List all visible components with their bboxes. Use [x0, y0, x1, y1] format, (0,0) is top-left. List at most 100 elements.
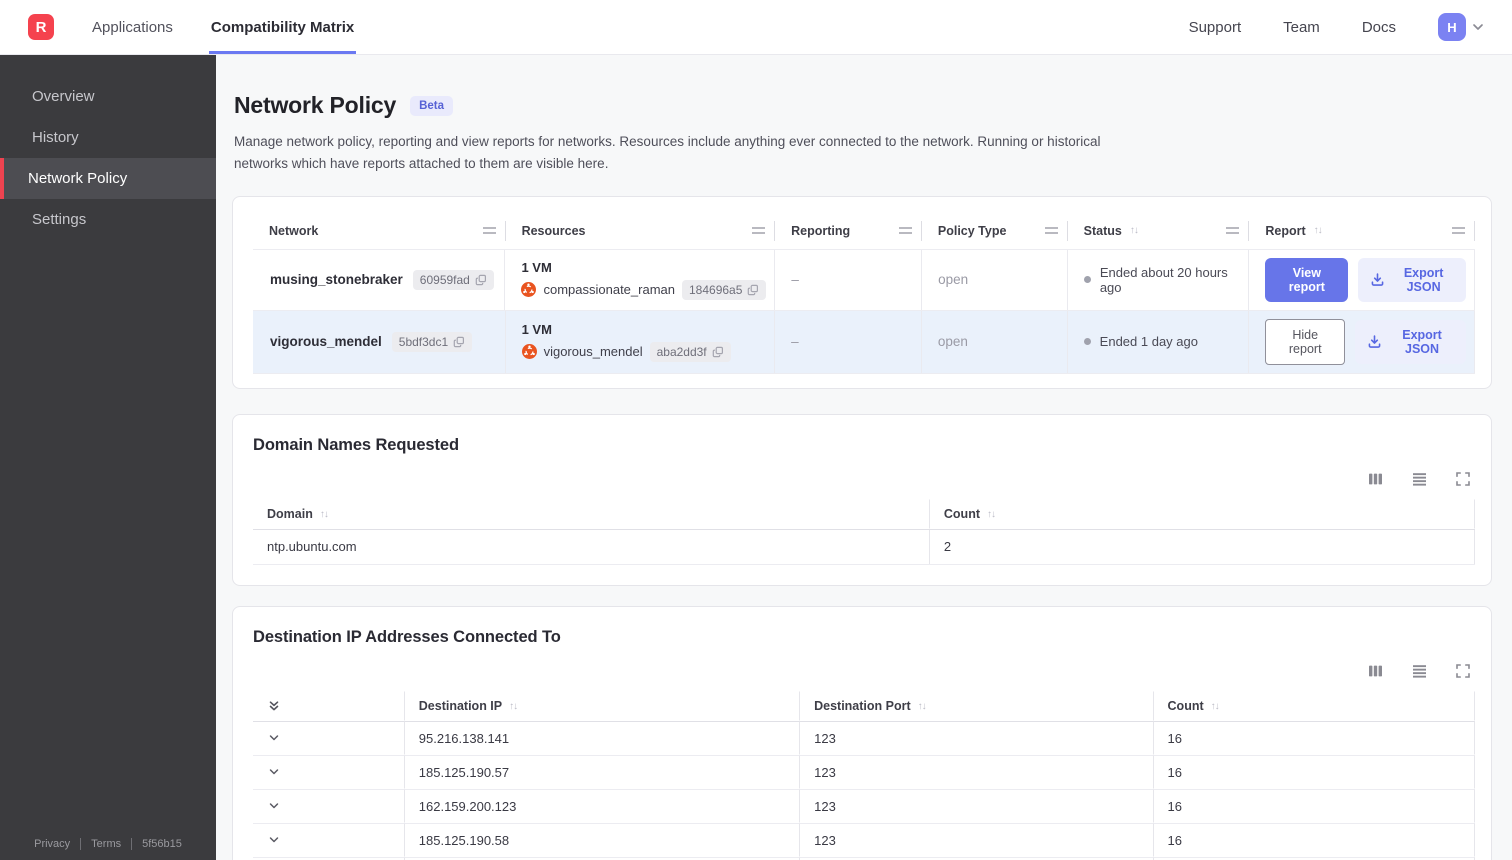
column-header-count[interactable]: Count ↑↓ [1154, 691, 1475, 721]
status-cell: Ended 1 day ago [1068, 310, 1250, 373]
count-value: 16 [1167, 730, 1182, 746]
status-cell: Ended about 20 hours ago [1068, 249, 1250, 310]
footer-divider [131, 838, 133, 850]
domain-cell: ntp.ubuntu.com [253, 529, 930, 564]
view-report-button[interactable]: View report [1265, 257, 1349, 302]
row-expand-chevron-icon[interactable] [267, 833, 281, 847]
tab-compatibility-matrix[interactable]: Compatibility Matrix [208, 0, 357, 54]
domain-table-header: Domain ↑↓ Count ↑↓ [253, 499, 1475, 530]
tab-applications[interactable]: Applications [90, 0, 175, 54]
copy-icon[interactable] [453, 336, 465, 348]
destination-port-cell: 123 [800, 721, 1154, 755]
copy-icon[interactable] [475, 274, 487, 286]
status-text: Ended about 20 hours ago [1099, 264, 1228, 295]
copy-icon[interactable] [712, 346, 724, 358]
expander-cell [253, 789, 405, 823]
column-label: Count [1167, 699, 1204, 714]
expand-all-icon[interactable] [267, 699, 281, 714]
networks-card: Network Resources Reporting Policy Type … [232, 195, 1492, 389]
destination-row: 185.125.190.58 123 16 [253, 823, 1475, 858]
ubuntu-icon [521, 282, 537, 298]
count-value: 16 [1167, 764, 1182, 780]
privacy-link[interactable]: Privacy [34, 838, 70, 850]
networks-table-header: Network Resources Reporting Policy Type … [253, 213, 1475, 249]
card-title: Domain Names Requested [253, 435, 459, 454]
column-label: Reporting [791, 223, 851, 238]
user-menu[interactable]: H [1438, 13, 1486, 41]
destination-table-header: Destination IP ↑↓ Destination Port ↑↓ Co… [253, 691, 1475, 722]
column-divider [1474, 755, 1475, 789]
export-json-button[interactable]: Export JSON [1358, 257, 1466, 302]
row-expand-chevron-icon[interactable] [267, 799, 281, 813]
link-team[interactable]: Team [1283, 19, 1320, 36]
column-label: Status [1083, 223, 1122, 238]
count-value: 16 [1167, 832, 1182, 848]
policy-type-cell: open [922, 310, 1068, 373]
export-json-button[interactable]: Export JSON [1355, 319, 1466, 364]
terms-link[interactable]: Terms [91, 838, 121, 850]
network-row[interactable]: musing_stonebraker 60959fad 1 VM compass… [253, 248, 1475, 310]
ip-value: 185.125.190.58 [418, 832, 510, 848]
link-support[interactable]: Support [1189, 19, 1242, 36]
port-value: 123 [814, 832, 836, 848]
destination-ip-cell: 185.125.190.58 [405, 823, 801, 857]
domain-table: Domain ↑↓ Count ↑↓ ntp.ubuntu.com 2 [253, 499, 1475, 565]
column-resize-handle[interactable] [898, 226, 912, 234]
link-docs[interactable]: Docs [1362, 19, 1396, 36]
sidebar-list: Overview History Network Policy Settings [0, 55, 216, 240]
hide-report-button[interactable]: Hide report [1265, 318, 1346, 365]
rows-view-icon[interactable] [1411, 471, 1428, 487]
expander-cell [253, 721, 405, 755]
status-dot [1083, 276, 1091, 284]
status-text: Ended 1 day ago [1099, 334, 1198, 350]
columns-view-icon[interactable] [1367, 663, 1384, 679]
count-cell: 16 [1154, 721, 1475, 755]
domain-row: ntp.ubuntu.com 2 [253, 529, 1475, 565]
column-label: Domain [267, 507, 313, 522]
columns-view-icon[interactable] [1367, 471, 1384, 487]
destination-row: 162.159.200.123 123 16 [253, 789, 1475, 824]
column-resize-handle[interactable] [1226, 226, 1240, 234]
network-id-badge: 5bdf3dc1 [391, 331, 473, 352]
domain-value: ntp.ubuntu.com [267, 539, 357, 555]
copy-icon[interactable] [747, 284, 759, 296]
port-value: 123 [814, 730, 836, 746]
column-header-network: Network [253, 213, 506, 249]
column-header-report[interactable]: Report ↑↓ [1249, 213, 1475, 249]
download-icon [1370, 272, 1385, 287]
column-divider [1474, 721, 1475, 755]
sidebar-item-settings[interactable]: Settings [0, 199, 216, 240]
column-header-destination-port[interactable]: Destination Port ↑↓ [800, 691, 1154, 721]
network-row[interactable]: vigorous_mendel 5bdf3dc1 1 VM vigorous_m… [253, 309, 1475, 374]
sidebar-item-overview[interactable]: Overview [0, 76, 216, 117]
sidebar-item-history[interactable]: History [0, 117, 216, 158]
resource-name: vigorous_mendel [543, 344, 643, 360]
column-resize-handle[interactable] [752, 226, 766, 234]
avatar[interactable]: H [1438, 13, 1466, 41]
row-expand-chevron-icon[interactable] [267, 731, 281, 745]
fullscreen-icon[interactable] [1455, 663, 1471, 679]
column-header-domain[interactable]: Domain ↑↓ [253, 499, 930, 529]
sidebar-item-network-policy[interactable]: Network Policy [0, 158, 216, 199]
column-header-count[interactable]: Count ↑↓ [930, 499, 1475, 529]
network-name: vigorous_mendel [270, 334, 382, 350]
expander-cell [253, 755, 405, 789]
rows-view-icon[interactable] [1411, 663, 1428, 679]
brand-logo[interactable]: R [28, 14, 54, 40]
destination-port-cell: 123 [800, 789, 1154, 823]
expand-all-header [253, 691, 405, 721]
resource-name: compassionate_raman [543, 282, 675, 298]
destination-ip-cell: 95.216.138.141 [405, 721, 801, 755]
row-expand-chevron-icon[interactable] [267, 765, 281, 779]
column-resize-handle[interactable] [1044, 226, 1058, 234]
column-resize-handle[interactable] [1451, 226, 1465, 234]
destination-port-cell: 123 [800, 823, 1154, 857]
destination-ip-cell: 185.125.190.57 [405, 755, 801, 789]
column-label: Policy Type [937, 223, 1007, 238]
column-header-destination-ip[interactable]: Destination IP ↑↓ [405, 691, 801, 721]
column-header-status[interactable]: Status ↑↓ [1068, 213, 1250, 249]
column-label: Destination IP [418, 699, 503, 714]
fullscreen-icon[interactable] [1455, 471, 1471, 487]
column-resize-handle[interactable] [482, 226, 496, 234]
status-dot [1083, 338, 1091, 346]
